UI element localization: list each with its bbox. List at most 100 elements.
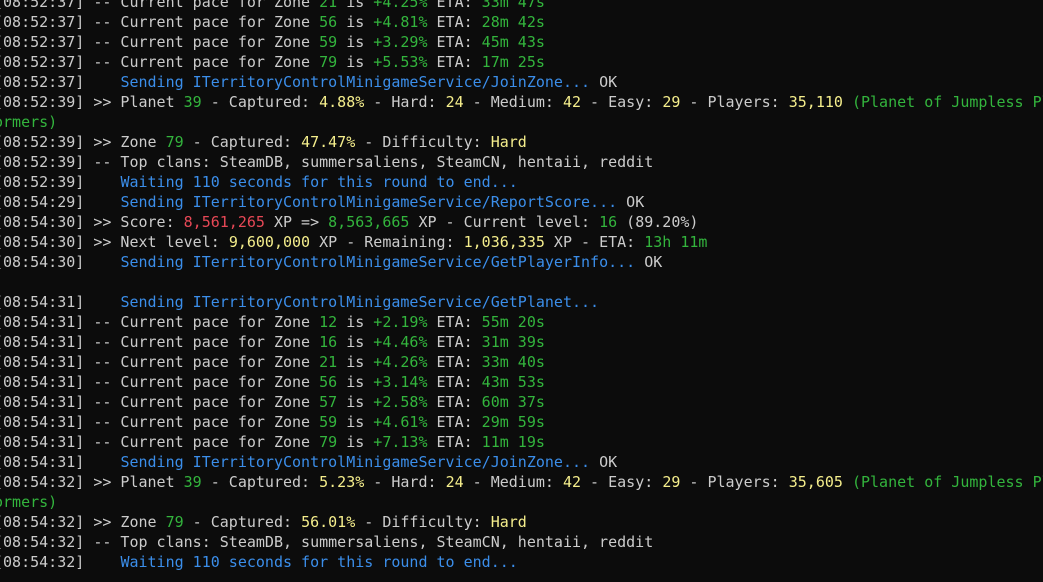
log-segment: Sending ITerritoryControlMinigameService…	[120, 193, 618, 211]
log-segment: is	[337, 313, 374, 331]
log-segment: 16	[599, 213, 618, 231]
log-segment: 35,110	[788, 93, 843, 111]
log-segment: - Captured:	[183, 513, 302, 531]
log-line: [08:54:30] >> Next level: 9,600,000 XP -…	[0, 232, 1043, 252]
log-segment: 39	[183, 473, 202, 491]
log-segment: 28m 42s	[481, 13, 545, 31]
log-segment: [08:54:31] -- Current pace for Zone	[0, 433, 320, 451]
log-segment: [08:52:39] >> Zone	[0, 133, 166, 151]
log-segment: Sending ITerritoryControlMinigameService…	[120, 453, 591, 471]
log-segment: 56.01%	[301, 513, 356, 531]
log-segment: [08:54:29]	[0, 193, 121, 211]
log-segment: 21	[319, 0, 338, 11]
log-segment: Hard	[490, 133, 527, 151]
log-line: [08:52:37] -- Current pace for Zone 59 i…	[0, 32, 1043, 52]
log-segment: [08:54:31] -- Current pace for Zone	[0, 413, 320, 431]
log-segment: - Players:	[680, 93, 789, 111]
log-segment: 47.47%	[301, 133, 356, 151]
log-segment: XP - ETA:	[544, 233, 645, 251]
log-segment: [08:54:32] >> Planet	[0, 473, 184, 491]
log-segment: - Hard:	[364, 93, 446, 111]
log-line: [08:52:37] -- Current pace for Zone 56 i…	[0, 12, 1043, 32]
log-segment: XP =>	[264, 213, 329, 231]
log-segment: OK	[590, 73, 618, 91]
log-segment: [08:54:31] -- Current pace for Zone	[0, 353, 320, 371]
log-segment: Waiting 110 seconds for this round to en…	[120, 553, 518, 571]
log-segment: is	[337, 393, 374, 411]
log-segment: is	[337, 413, 374, 431]
log-segment: XP - Current level:	[409, 213, 600, 231]
log-segment: ETA:	[427, 0, 482, 11]
terminal-window[interactable]: [08:52:37] -- Current pace for Zone 21 i…	[0, 0, 1043, 582]
log-segment: OK	[590, 453, 618, 471]
log-segment: 1,036,335	[463, 233, 545, 251]
log-segment: [08:52:37]	[0, 73, 121, 91]
log-segment: [08:54:31] -- Current pace for Zone	[0, 313, 320, 331]
log-line: [08:52:37] Sending ITerritoryControlMini…	[0, 72, 1043, 92]
log-segment: 55m 20s	[481, 313, 545, 331]
log-segment: 79	[165, 133, 184, 151]
log-segment: ormers)	[0, 493, 58, 511]
log-line: [08:54:29] Sending ITerritoryControlMini…	[0, 192, 1043, 212]
log-line: [08:54:31] -- Current pace for Zone 59 i…	[0, 412, 1043, 432]
log-segment: 42	[562, 473, 582, 491]
log-segment: 29	[662, 93, 681, 111]
log-line: [08:54:31] Sending ITerritoryControlMini…	[0, 292, 1043, 312]
log-line: ormers)	[0, 112, 1043, 132]
log-segment: +4.81%	[373, 13, 428, 31]
log-segment: 17m 25s	[481, 53, 545, 71]
log-segment: ETA:	[427, 433, 482, 451]
log-line: [08:54:31] -- Current pace for Zone 56 i…	[0, 372, 1043, 392]
log-segment: +3.29%	[373, 33, 428, 51]
log-line: [08:54:31] -- Current pace for Zone 79 i…	[0, 432, 1043, 452]
log-segment: OK	[635, 253, 663, 271]
log-segment: 33m 40s	[481, 353, 545, 371]
log-segment: [08:54:32]	[0, 553, 121, 571]
log-segment: 57	[319, 393, 338, 411]
log-segment: 9,600,000	[228, 233, 311, 251]
log-segment: +5.53%	[373, 53, 428, 71]
log-segment: 45m 43s	[481, 33, 545, 51]
log-line: [08:52:39] Waiting 110 seconds for this …	[0, 172, 1043, 192]
log-segment: ETA:	[427, 373, 482, 391]
log-line: [08:54:32] >> Planet 39 - Captured: 5.23…	[0, 472, 1043, 492]
log-segment: +7.13%	[373, 433, 428, 451]
log-segment: ETA:	[427, 313, 482, 331]
log-segment: [08:52:39] >> Planet	[0, 93, 184, 111]
log-segment: [08:52:37] -- Current pace for Zone	[0, 33, 320, 51]
log-segment: 59	[319, 33, 338, 51]
log-line: [08:52:39] -- Top clans: SteamDB, summer…	[0, 152, 1043, 172]
log-line: [08:52:39] >> Zone 79 - Captured: 47.47%…	[0, 132, 1043, 152]
log-line: [08:54:31] -- Current pace for Zone 12 i…	[0, 312, 1043, 332]
log-segment: +2.58%	[373, 393, 428, 411]
log-segment: Sending ITerritoryControlMinigameService…	[120, 293, 600, 311]
log-segment: [08:54:30]	[0, 253, 121, 271]
log-segment: Sending ITerritoryControlMinigameService…	[120, 73, 591, 91]
log-segment: ETA:	[427, 393, 482, 411]
log-segment: - Players:	[680, 473, 789, 491]
log-segment: 43m 53s	[481, 373, 545, 391]
log-segment: - Medium:	[463, 93, 563, 111]
log-segment: +2.19%	[373, 313, 428, 331]
log-segment: 79	[319, 53, 338, 71]
log-segment: 59	[319, 413, 338, 431]
log-segment: +4.26%	[373, 353, 428, 371]
log-segment: [08:54:32] -- Top clans: SteamDB, summer…	[0, 533, 654, 551]
log-line: [08:52:39] >> Planet 39 - Captured: 4.88…	[0, 92, 1043, 112]
log-segment: [08:52:37] -- Current pace for Zone	[0, 0, 320, 11]
log-segment: 21	[319, 353, 338, 371]
log-line: [08:54:32] Waiting 110 seconds for this …	[0, 552, 1043, 572]
log-line: [08:52:37] -- Current pace for Zone 79 i…	[0, 52, 1043, 72]
log-segment: +4.25%	[373, 0, 428, 11]
log-segment: [08:52:39]	[0, 173, 121, 191]
log-segment: - Medium:	[463, 473, 563, 491]
log-segment: Waiting 110 seconds for this round to en…	[120, 173, 518, 191]
log-segment: is	[337, 353, 374, 371]
log-line: [08:54:31] -- Current pace for Zone 21 i…	[0, 352, 1043, 372]
log-segment: [08:52:37] -- Current pace for Zone	[0, 13, 320, 31]
log-segment: Sending ITerritoryControlMinigameService…	[120, 253, 636, 271]
log-line: [08:54:31] -- Current pace for Zone 16 i…	[0, 332, 1043, 352]
log-segment: 5.23%	[319, 473, 365, 491]
log-segment: ETA:	[427, 413, 482, 431]
